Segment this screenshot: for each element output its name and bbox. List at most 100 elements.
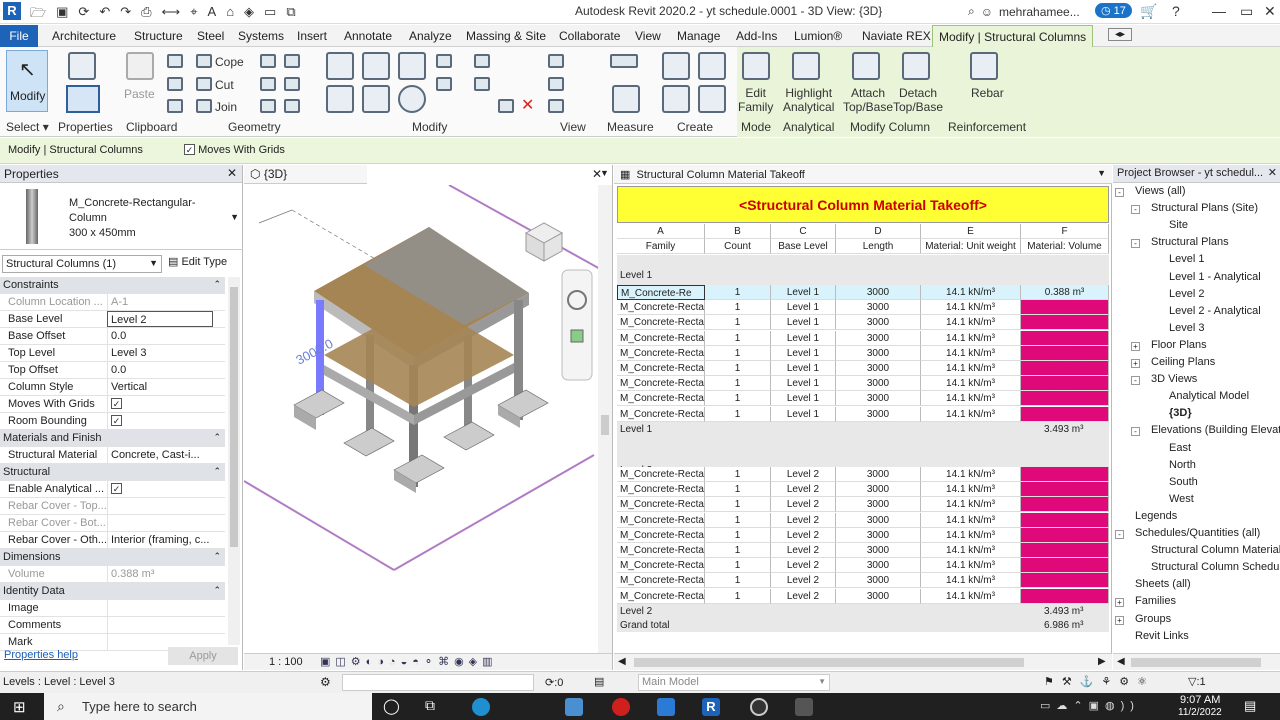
collapse-icon[interactable]: - <box>1115 188 1124 197</box>
schedule-cell[interactable]: 14.1 kN/m³ <box>921 543 1021 558</box>
schedule-cell[interactable]: 3000 <box>836 588 921 604</box>
property-row[interactable]: Rebar Cover - Bot... <box>0 515 225 532</box>
view-scale[interactable]: 1 : 100 <box>269 656 303 668</box>
schedule-cell[interactable]: 14.1 kN/m³ <box>921 573 1021 589</box>
tab-annotate[interactable]: Annotate <box>344 29 392 43</box>
attach-top-base-icon[interactable] <box>852 52 880 80</box>
tab-analyze[interactable]: Analyze <box>409 29 452 43</box>
schedule-cell[interactable]: 3000 <box>836 406 921 422</box>
store-icon[interactable] <box>565 698 583 716</box>
browser-item[interactable]: {3D} <box>1169 407 1192 419</box>
schedule-cell[interactable]: 0.388 m³ <box>1021 315 1109 331</box>
property-value[interactable]: 0.0 <box>107 328 213 344</box>
copy-icon[interactable] <box>362 85 390 113</box>
schedule-cell[interactable]: M_Concrete-Recta <box>617 391 705 407</box>
workset-dropdown[interactable] <box>342 674 534 691</box>
schedule-cell[interactable]: 3000 <box>836 543 921 558</box>
move-icon[interactable] <box>326 85 354 113</box>
schedule-cell[interactable]: 14.1 kN/m³ <box>921 376 1021 392</box>
collapse-icon[interactable]: ⌃ <box>213 279 221 290</box>
schedule-cell[interactable]: Level 2 <box>771 512 836 528</box>
collapse-icon[interactable]: ⌃ <box>213 432 221 443</box>
notification-badge[interactable]: ◷ 17 <box>1095 3 1132 18</box>
ribbon-toggle-icon[interactable]: ◂▸ <box>1108 28 1133 41</box>
rebar-icon[interactable] <box>970 52 998 80</box>
browser-item[interactable]: West <box>1169 493 1194 505</box>
schedule-cell[interactable]: Level 1 <box>771 330 836 346</box>
cortana-icon[interactable]: ◯ <box>383 697 400 715</box>
match-type-icon[interactable] <box>167 99 183 113</box>
schedule-cell[interactable]: 0.388 m³ <box>1021 345 1109 361</box>
schedule-cell[interactable]: 3000 <box>836 285 921 300</box>
property-row[interactable]: Rebar Cover - Oth... Interior (framing, c… <box>0 532 225 549</box>
user-name[interactable]: mehrahamee... <box>999 5 1080 19</box>
property-row[interactable]: Comments <box>0 617 225 634</box>
property-row[interactable]: Room Bounding ✓ <box>0 413 225 430</box>
tab-insert[interactable]: Insert <box>297 29 327 43</box>
property-value[interactable]: 0.388 m³ <box>107 566 213 582</box>
schedule-cell[interactable]: Level 1 <box>771 345 836 361</box>
tab-manage[interactable]: Manage <box>677 29 720 43</box>
schedule-cell[interactable]: 1 <box>705 315 771 331</box>
browser-item[interactable]: Revit Links <box>1135 630 1189 642</box>
schedule-cell[interactable]: Level 1 <box>771 361 836 376</box>
view-controls-icons[interactable]: ▣◫⚙◐◑◔◒◓⚬⌘◉◈▥ <box>320 655 498 668</box>
schedule-cell[interactable]: 0.388 m³ <box>1021 361 1109 376</box>
schedule-cell[interactable]: 14.1 kN/m³ <box>921 588 1021 604</box>
schedule-cell[interactable]: Level 1 <box>771 300 836 316</box>
schedule-cell[interactable]: 14.1 kN/m³ <box>921 315 1021 331</box>
schedule-cell[interactable]: Level 2 <box>771 497 836 513</box>
browser-item[interactable]: Ceiling Plans <box>1151 356 1215 368</box>
demolish-icon[interactable] <box>284 77 300 91</box>
expand-icon[interactable]: + <box>1131 341 1140 351</box>
property-row[interactable]: Enable Analytical ... ✓ <box>0 481 225 498</box>
schedule-cell[interactable]: 1 <box>705 588 771 604</box>
schedule-cell[interactable]: 0.388 m³ <box>1021 527 1109 543</box>
property-row[interactable]: Column Style Vertical <box>0 379 225 396</box>
schedule-cell[interactable]: 3000 <box>836 300 921 316</box>
schedule-cell[interactable]: Material: Volume <box>1021 239 1109 254</box>
view-menu-icon[interactable]: ▼ <box>600 168 609 178</box>
property-value[interactable]: Vertical <box>107 379 213 395</box>
schedule-cell[interactable]: D <box>836 224 921 239</box>
schedule-cell[interactable]: M_Concrete-Recta <box>617 315 705 331</box>
property-category[interactable]: Identity Data ⌃ <box>0 583 225 600</box>
schedule-cell[interactable]: 0.388 m³ <box>1021 512 1109 528</box>
schedule-cell[interactable]: 0.388 m³ <box>1021 573 1109 589</box>
schedule-cell[interactable]: 0.388 m³ <box>1021 391 1109 407</box>
schedule-cell[interactable]: 0.388 m³ <box>1021 497 1109 513</box>
edit-family-icon[interactable] <box>742 52 770 80</box>
close-properties-icon[interactable]: ✕ <box>227 166 237 180</box>
tray-icons[interactable]: ▭☁⌃▣◍)) <box>1040 699 1140 712</box>
schedule-cell[interactable]: A <box>617 224 705 239</box>
modify-button[interactable]: ↖ Modify <box>6 50 48 112</box>
tab-view[interactable]: View <box>635 29 661 43</box>
view3d-vscroll[interactable] <box>598 185 612 653</box>
calculator-icon[interactable] <box>795 698 813 716</box>
instance-filter-dropdown[interactable]: Structural Columns (1) ▼ <box>2 255 162 273</box>
tab-lumion[interactable]: Lumion® <box>794 29 842 43</box>
property-checkbox[interactable]: ✓ <box>111 483 122 494</box>
schedule-cell[interactable]: 3000 <box>836 391 921 407</box>
schedule-cell[interactable]: 0.388 m³ <box>1021 330 1109 346</box>
wall-joins-icon[interactable] <box>260 54 276 68</box>
browser-item[interactable]: South <box>1169 476 1198 488</box>
collapse-icon[interactable]: - <box>1115 530 1124 539</box>
schedule-cell[interactable]: 0.388 m³ <box>1021 482 1109 498</box>
scale-icon[interactable] <box>474 77 490 91</box>
filter-icon[interactable]: ▽:1 <box>1188 675 1206 688</box>
property-row[interactable]: Structural Material Concrete, Cast-i... <box>0 447 225 464</box>
schedule-cell[interactable]: 3000 <box>836 315 921 331</box>
schedule-cell[interactable]: 1 <box>705 573 771 589</box>
cope-label[interactable]: Cope <box>215 55 244 69</box>
tab-collaborate[interactable]: Collaborate <box>559 29 620 43</box>
help-icon[interactable]: ? <box>1172 3 1180 19</box>
schedule-cell[interactable]: 14.1 kN/m³ <box>921 330 1021 346</box>
schedule-cell[interactable]: 1 <box>705 543 771 558</box>
section-icon[interactable]: ◈ <box>244 4 254 26</box>
rebar-label[interactable]: Rebar <box>971 86 1004 100</box>
property-row[interactable]: Image <box>0 600 225 617</box>
schedule-cell[interactable]: F <box>1021 224 1109 239</box>
property-checkbox[interactable]: ✓ <box>111 398 122 409</box>
schedule-cell[interactable]: 1 <box>705 467 771 482</box>
